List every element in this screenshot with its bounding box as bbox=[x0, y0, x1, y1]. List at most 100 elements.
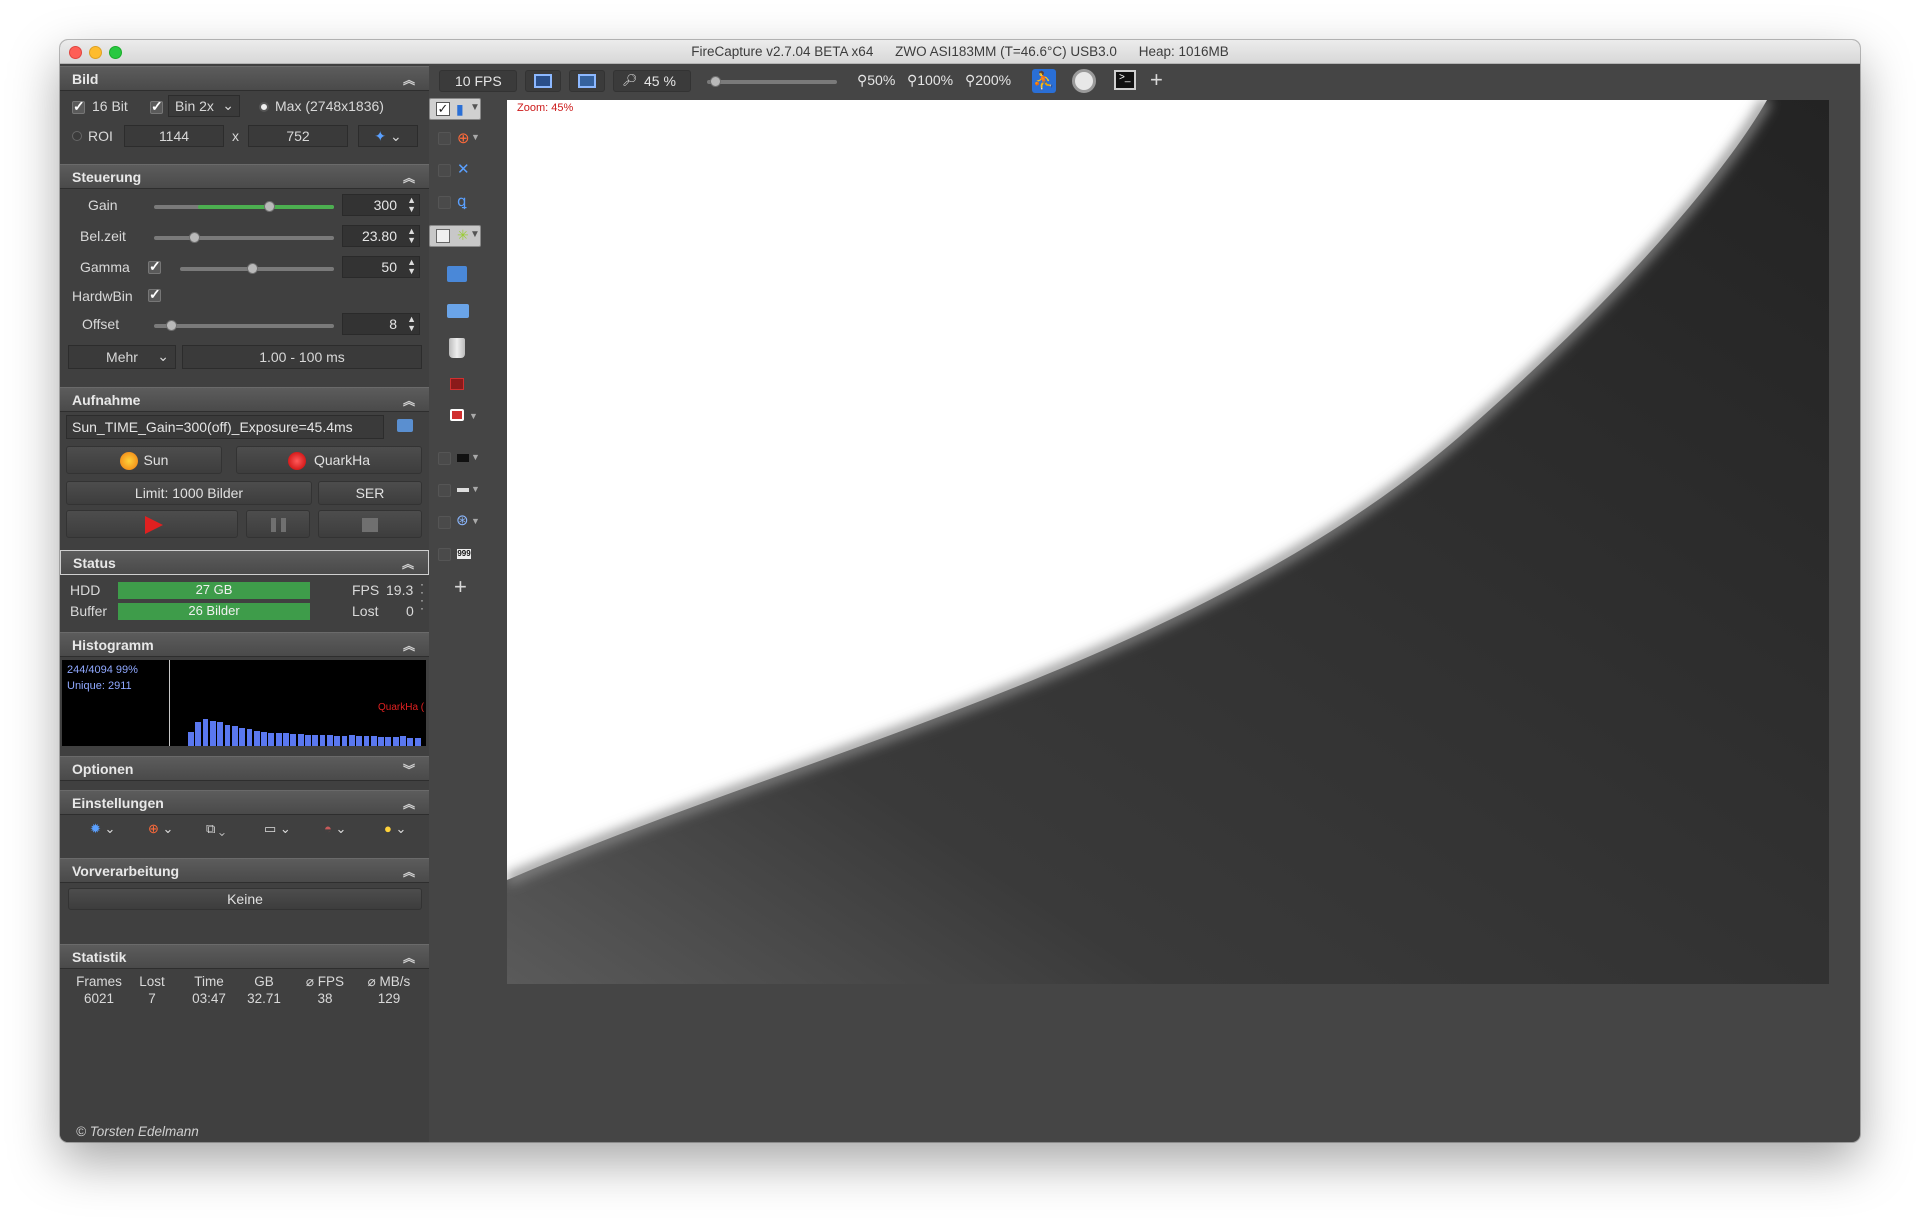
fit-window-button[interactable] bbox=[525, 70, 561, 92]
tool-checkbox-6[interactable] bbox=[438, 516, 451, 529]
filename-input[interactable]: Sun_TIME_Gain=300(off)_Exposure=45.4ms bbox=[66, 415, 384, 439]
collapse-icon[interactable]: ︽ bbox=[403, 637, 415, 654]
profile-button[interactable]: Sun bbox=[66, 446, 222, 474]
hdd-label: HDD bbox=[70, 582, 101, 598]
bin-select[interactable]: Bin 2x ⌄ bbox=[168, 95, 240, 117]
record-button[interactable] bbox=[66, 510, 238, 538]
zoom-slider-handle[interactable] bbox=[709, 76, 721, 87]
limit-button[interactable]: Limit: 1000 Bilder bbox=[66, 481, 312, 505]
settings-gear-icon[interactable]: ✹ ⌄ bbox=[90, 821, 115, 837]
copy-settings-icon[interactable]: ⧉ ⌄ bbox=[206, 821, 225, 837]
spinner-icon[interactable]: ▲ ▼ bbox=[407, 196, 416, 214]
section-steuerung-header[interactable]: Steuerung ︽ bbox=[60, 164, 429, 189]
tool-checkbox-4[interactable] bbox=[438, 452, 451, 465]
overlay-toggle[interactable]: ✳ ▼ bbox=[429, 225, 481, 247]
fullscreen-button[interactable] bbox=[569, 70, 605, 92]
bit16-checkbox[interactable] bbox=[72, 98, 85, 115]
collapse-icon[interactable]: ︽ bbox=[403, 169, 415, 186]
format-button[interactable]: SER bbox=[318, 481, 422, 505]
fps-limit-button[interactable]: 10 FPS bbox=[439, 70, 517, 92]
histogram-view[interactable]: 244/4094 99% Unique: 2911 QuarkHa ( bbox=[62, 660, 426, 746]
spinner-icon[interactable]: ▲ ▼ bbox=[407, 258, 416, 276]
runner-icon[interactable]: ⛹ bbox=[1032, 69, 1056, 93]
camera-icon[interactable] bbox=[397, 419, 413, 432]
light-bulb-icon[interactable]: ● ⌄ bbox=[384, 821, 406, 837]
section-statistik-header[interactable]: Statistik ︽ bbox=[60, 944, 429, 969]
belzeit-slider-handle[interactable] bbox=[189, 232, 200, 243]
section-status-header[interactable]: Status ︽ bbox=[60, 550, 429, 575]
cross-tools-icon[interactable]: ✕ bbox=[457, 160, 470, 178]
more-dots-icon[interactable]: · · · · bbox=[420, 578, 424, 614]
zoom-100-button[interactable]: ⚲100% bbox=[907, 72, 953, 89]
roi-position-select[interactable]: ✦ ⌄ bbox=[358, 125, 418, 147]
terminal-icon[interactable]: >_ bbox=[1114, 70, 1136, 90]
roi-radio[interactable] bbox=[72, 131, 82, 141]
spinner-icon[interactable]: ▲ ▼ bbox=[407, 227, 416, 245]
filter-button[interactable]: QuarkHa bbox=[236, 446, 422, 474]
zoom-50-button[interactable]: ⚲50% bbox=[857, 72, 895, 89]
roi-width-input[interactable]: 1144 bbox=[124, 125, 224, 147]
display-icon[interactable]: ▭ ⌄ bbox=[264, 821, 291, 837]
max-radio[interactable] bbox=[259, 102, 269, 112]
hardwbin-checkbox[interactable] bbox=[148, 286, 161, 303]
add-icon[interactable]: + bbox=[1150, 67, 1163, 93]
stop-button[interactable] bbox=[318, 510, 422, 538]
spinner-icon[interactable]: ▲ ▼ bbox=[407, 315, 416, 333]
folder-icon[interactable] bbox=[447, 304, 469, 318]
gamma-checkbox[interactable] bbox=[148, 258, 161, 275]
counter-icon[interactable]: 999 bbox=[457, 549, 471, 559]
save-icon[interactable] bbox=[447, 266, 467, 282]
collapse-icon[interactable]: ︽ bbox=[403, 863, 415, 880]
add-icon[interactable]: + bbox=[454, 574, 467, 600]
filter-wheel-icon[interactable]: ⊕ ⌄ bbox=[148, 821, 173, 837]
zoom-200-label: 200% bbox=[975, 72, 1012, 88]
collapse-icon[interactable]: ︽ bbox=[402, 555, 414, 572]
collapse-icon[interactable]: ︽ bbox=[403, 71, 415, 88]
section-histogramm-header[interactable]: Histogramm ︽ bbox=[60, 632, 429, 657]
collapse-icon[interactable]: ︽ bbox=[403, 795, 415, 812]
preprocessing-button[interactable]: Keine bbox=[68, 888, 422, 910]
tool-checkbox-2[interactable] bbox=[438, 164, 451, 177]
gamma-slider-handle[interactable] bbox=[247, 263, 258, 274]
tool-checkbox-5[interactable] bbox=[438, 484, 451, 497]
dash-icon[interactable] bbox=[457, 488, 469, 492]
tool-checkbox-7[interactable] bbox=[438, 548, 451, 561]
camera-preview[interactable]: Zoom: 45% bbox=[507, 100, 1829, 984]
record-frame-icon[interactable] bbox=[450, 409, 464, 421]
mehr-dropdown[interactable]: Mehr ⌄ bbox=[68, 345, 176, 369]
black-box-icon[interactable] bbox=[457, 454, 469, 462]
offset-input[interactable]: 8 ▲ ▼ bbox=[342, 313, 420, 335]
zoom-200-button[interactable]: ⚲200% bbox=[965, 72, 1011, 89]
trash-icon[interactable] bbox=[449, 338, 465, 358]
belzeit-slider-track[interactable] bbox=[154, 236, 334, 240]
histogram-toggle[interactable]: ✓ ▮ ▼ bbox=[429, 98, 481, 120]
collapse-icon[interactable]: ︽ bbox=[403, 392, 415, 409]
section-bild-header[interactable]: Bild ︽ bbox=[60, 66, 429, 91]
tool-checkbox-3[interactable] bbox=[438, 196, 451, 209]
zoom-slider-track[interactable] bbox=[707, 76, 837, 87]
pause-button[interactable] bbox=[246, 510, 310, 538]
collapse-icon[interactable]: ︽ bbox=[403, 949, 415, 966]
align-icon[interactable]: ꝗ bbox=[457, 192, 467, 210]
record-timer-icon[interactable] bbox=[1072, 69, 1096, 93]
gain-input[interactable]: 300 ▲ ▼ bbox=[342, 194, 420, 216]
mount-icon[interactable]: ◓ ⌄ bbox=[324, 821, 346, 837]
gain-slider-handle[interactable] bbox=[264, 201, 275, 212]
bin-checkbox[interactable] bbox=[150, 98, 163, 115]
red-box-icon[interactable] bbox=[450, 378, 464, 390]
histogram-info-1: 244/4094 99% bbox=[67, 664, 138, 676]
section-aufnahme-header[interactable]: Aufnahme ︽ bbox=[60, 387, 429, 412]
zoom-display[interactable]: 🔎︎ 45 % bbox=[613, 70, 691, 92]
roi-height-input[interactable]: 752 bbox=[248, 125, 348, 147]
offset-slider-handle[interactable] bbox=[166, 320, 177, 331]
planet-icon[interactable]: ⊕ bbox=[457, 129, 470, 147]
expand-icon[interactable]: ︾ bbox=[403, 761, 415, 778]
offset-slider-track[interactable] bbox=[154, 324, 334, 328]
globe-icon[interactable]: ⊛ bbox=[456, 511, 469, 529]
section-vorverarbeitung-header[interactable]: Vorverarbeitung ︽ bbox=[60, 858, 429, 883]
belzeit-input[interactable]: 23.80 ▲ ▼ bbox=[342, 225, 420, 247]
section-einstellungen-header[interactable]: Einstellungen ︽ bbox=[60, 790, 429, 815]
tool-checkbox-1[interactable] bbox=[438, 132, 451, 145]
gamma-input[interactable]: 50 ▲ ▼ bbox=[342, 256, 420, 278]
section-optionen-header[interactable]: Optionen ︾ bbox=[60, 756, 429, 781]
